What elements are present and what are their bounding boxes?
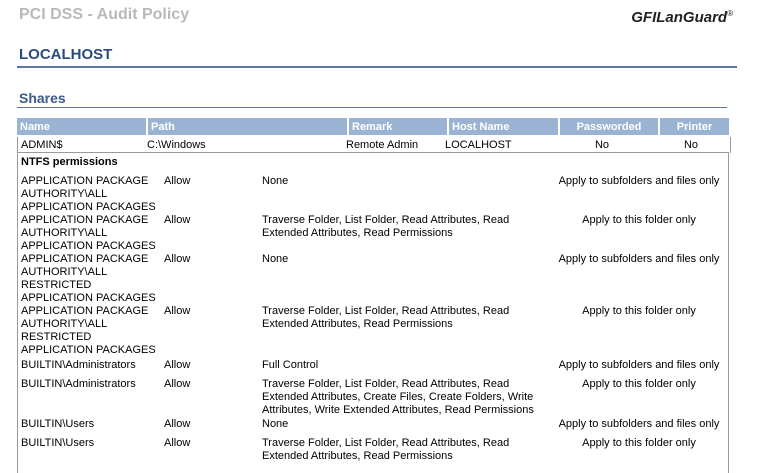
perm-rights: None: [262, 418, 289, 430]
perm-scope: Apply to this folder only: [582, 437, 696, 449]
perm-account: BUILTIN\Administrators: [21, 359, 136, 371]
col-header-host-name: Host Name: [448, 118, 560, 135]
perm-account: BUILTIN\Administrators: [21, 378, 136, 390]
perm-scope: Apply to subfolders and files only: [558, 253, 720, 265]
ntfs-permissions-title: NTFS permissions: [21, 156, 118, 168]
cell-path: C:\Windows: [147, 139, 206, 151]
logo-registered-mark: ®: [727, 9, 733, 18]
perm-account: BUILTIN\Users: [21, 418, 95, 430]
perm-scope: Apply to this folder only: [582, 305, 696, 317]
section-divider: [17, 107, 727, 108]
perm-access: Allow: [164, 437, 191, 449]
perm-account: APPLICATION PACKAGE AUTHORITY\ALL APPLIC…: [21, 214, 156, 252]
col-header-passworded: Passworded: [559, 118, 660, 135]
shares-table: Name Path Remark Host Name Passworded Pr…: [17, 118, 729, 135]
perm-access: Allow: [164, 253, 191, 265]
perm-rights: None: [262, 175, 289, 187]
perm-access: Allow: [164, 418, 191, 430]
report-title: PCI DSS - Audit Policy: [19, 6, 190, 23]
perm-scope: Apply to subfolders and files only: [558, 359, 720, 371]
cell-name: ADMIN$: [21, 139, 63, 151]
col-header-path: Path: [147, 118, 349, 135]
perm-access: Allow: [164, 214, 191, 226]
perm-access: Allow: [164, 378, 191, 390]
logo-languard: LanGuard: [656, 9, 728, 26]
gfi-languard-logo: GFILanGuard®: [631, 9, 733, 26]
cell-host-name: LOCALHOST: [445, 139, 512, 151]
ntfs-permissions-panel: NTFS permissions APPLICATION PACKAGE AUT…: [17, 152, 729, 473]
perm-access: Allow: [164, 175, 191, 187]
section-heading-shares: Shares: [19, 90, 66, 106]
perm-rights: Traverse Folder, List Folder, Read Attri…: [262, 437, 510, 462]
logo-gfi: GFI: [631, 9, 657, 26]
col-header-name: Name: [17, 118, 148, 135]
col-header-remark: Remark: [348, 118, 449, 135]
perm-rights: Full Control: [262, 359, 319, 371]
perm-scope: Apply to subfolders and files only: [558, 418, 720, 430]
perm-rights: None: [262, 253, 289, 265]
host-divider: [17, 66, 737, 68]
perm-account: APPLICATION PACKAGE AUTHORITY\ALL RESTRI…: [21, 253, 156, 304]
perm-scope: Apply to this folder only: [582, 378, 696, 390]
perm-access: Allow: [164, 359, 191, 371]
perm-account: APPLICATION PACKAGE AUTHORITY\ALL RESTRI…: [21, 305, 156, 356]
shares-table-header: Name Path Remark Host Name Passworded Pr…: [17, 118, 729, 135]
host-heading: LOCALHOST: [19, 46, 113, 63]
perm-scope: Apply to this folder only: [582, 214, 696, 226]
cell-remark: Remote Admin: [346, 139, 419, 151]
perm-rights: Traverse Folder, List Folder, Read Attri…: [262, 378, 534, 416]
cell-printer: No: [683, 139, 699, 151]
perm-rights: Traverse Folder, List Folder, Read Attri…: [262, 214, 510, 239]
perm-rights: Traverse Folder, List Folder, Read Attri…: [262, 305, 510, 330]
cell-passworded: No: [594, 139, 610, 151]
table-row: ADMIN$ C:\Windows Remote Admin LOCALHOST…: [17, 137, 731, 153]
perm-access: Allow: [164, 305, 191, 317]
perm-scope: Apply to subfolders and files only: [558, 175, 720, 187]
perm-account: APPLICATION PACKAGE AUTHORITY\ALL APPLIC…: [21, 175, 156, 213]
perm-account: BUILTIN\Users: [21, 437, 95, 449]
col-header-printer: Printer: [659, 118, 729, 135]
